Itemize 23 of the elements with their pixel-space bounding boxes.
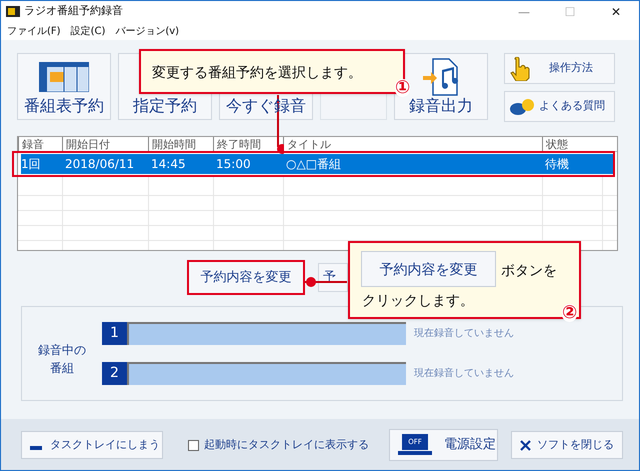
column-header: 開始時間 — [148, 137, 196, 152]
step-number: ② — [562, 304, 578, 322]
table-cell-text: 15:00 — [215, 156, 251, 173]
recording-status: 現在録音していません — [414, 366, 514, 381]
checkbox-label: 起動時にタスクトレイに表示する — [204, 437, 369, 453]
column-header: 終了時間 — [213, 137, 261, 152]
column-header: 状態 — [542, 137, 568, 152]
button-illustration: 予約内容を変更 — [361, 251, 496, 287]
window-title: ラジオ番組予約録音 — [24, 3, 123, 20]
column-header: 録音 — [18, 137, 44, 152]
table-cell-text: 2018/06/11 — [64, 156, 134, 173]
channel-number: 2 — [102, 362, 127, 385]
column-header: 開始日付 — [62, 137, 110, 152]
callout-text: ボタンを — [501, 262, 557, 281]
table-cell-text: 待機 — [544, 156, 569, 173]
table-cell-text: 1回 — [20, 156, 41, 173]
table-cell-text: 14:45 — [150, 156, 186, 173]
recording-status: 現在録音していません — [414, 326, 514, 341]
recording-label: 録音中の番組 — [37, 342, 87, 377]
table-cell-text: ○△□番組 — [285, 156, 342, 173]
channel-number: 1 — [102, 322, 127, 345]
callout-text: クリックします。 — [362, 292, 474, 311]
callout-text: 変更する番組予約を選択します。 — [152, 64, 362, 83]
